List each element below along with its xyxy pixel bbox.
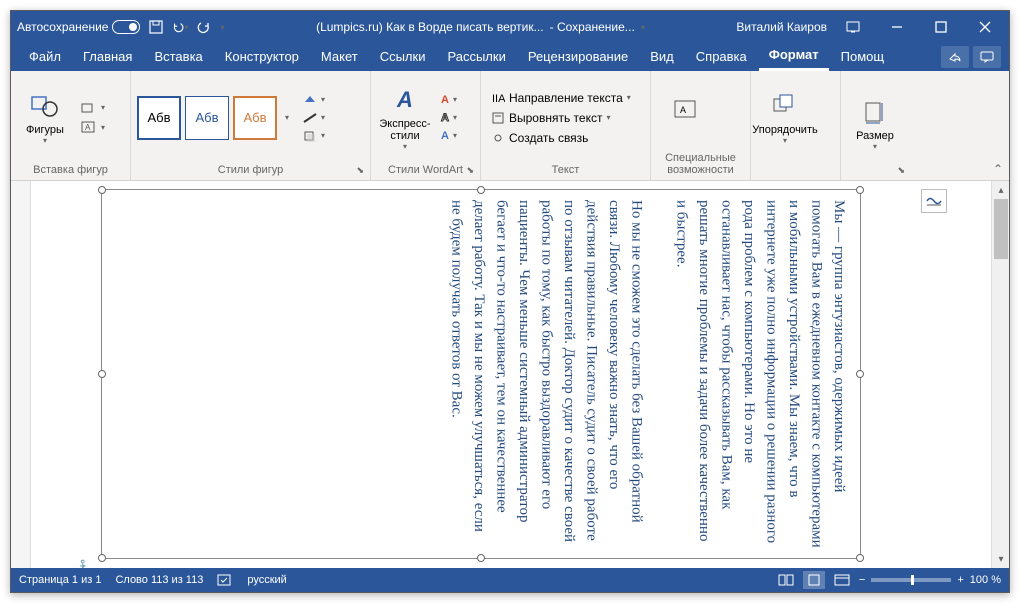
document-canvas[interactable]: ⚓ Мы — группа энтузиастов, одержимых иде… <box>31 181 991 568</box>
undo-icon[interactable]: ▾ <box>172 19 188 35</box>
align-text-button[interactable]: Выровнять текст▾ <box>487 109 635 127</box>
tab-view[interactable]: Вид <box>640 45 684 70</box>
express-styles-label: Экспресс-стили <box>377 118 433 142</box>
resize-handle-bm[interactable] <box>477 554 485 562</box>
create-link-button[interactable]: Создать связь <box>487 129 635 147</box>
language-status[interactable]: русский <box>247 574 286 586</box>
layout-options-icon[interactable] <box>921 189 947 213</box>
textbox-content[interactable]: Мы — группа энтузиастов, одержимых идеей… <box>112 200 850 548</box>
autosave-toggle[interactable]: Автосохранение <box>17 20 140 34</box>
zoom-in-icon[interactable]: + <box>957 574 963 586</box>
print-layout-icon[interactable] <box>803 571 825 589</box>
minimize-icon[interactable] <box>879 13 915 41</box>
text-outline-icon[interactable]: A▾ <box>437 110 461 126</box>
text-group-label: Текст <box>487 162 644 178</box>
zoom-out-icon[interactable]: − <box>859 574 865 586</box>
tab-mailings[interactable]: Рассылки <box>437 45 515 70</box>
resize-handle-tl[interactable] <box>98 186 106 194</box>
arrange-button[interactable]: Упорядочить ▾ <box>757 82 813 154</box>
autosave-label: Автосохранение <box>17 20 108 34</box>
wordart-launcher[interactable]: ⬊ <box>466 165 474 176</box>
resize-handle-tr[interactable] <box>856 186 864 194</box>
textbox-selection[interactable]: ⚓ Мы — группа энтузиастов, одержимых иде… <box>101 189 861 559</box>
shape-style-2[interactable]: Абв <box>185 96 229 140</box>
accessibility-group-label: Специальные возможности <box>657 150 744 178</box>
ribbon-tabs: Файл Главная Вставка Конструктор Макет С… <box>11 43 1009 71</box>
accessibility-button[interactable]: A <box>657 75 713 147</box>
user-name[interactable]: Виталий Каиров <box>736 20 827 34</box>
svg-text:A: A <box>85 123 91 132</box>
page-status[interactable]: Страница 1 из 1 <box>19 574 101 586</box>
svg-text:A: A <box>680 105 686 115</box>
text-direction-button[interactable]: IIAНаправление текста▾ <box>487 89 635 107</box>
ribbon: Фигуры ▾ ▾ A▾ Вставка фигур Абв Абв Абв … <box>11 71 1009 181</box>
text-fill-icon[interactable]: A▾ <box>437 92 461 108</box>
tab-file[interactable]: Файл <box>19 45 71 70</box>
resize-handle-tm[interactable] <box>477 186 485 194</box>
zoom-level[interactable]: 100 % <box>970 574 1001 586</box>
tab-design[interactable]: Конструктор <box>215 45 309 70</box>
close-icon[interactable] <box>967 13 1003 41</box>
tab-references[interactable]: Ссылки <box>370 45 436 70</box>
saving-status: - Сохранение... <box>550 20 635 34</box>
scroll-up-icon[interactable]: ▴ <box>992 181 1009 199</box>
size-button[interactable]: Размер ▾ <box>847 88 903 160</box>
tab-assist[interactable]: Помощ <box>831 45 894 70</box>
shape-styles-group-label: Стили фигур <box>218 164 283 176</box>
express-styles-button[interactable]: A Экспресс-стили ▾ <box>377 82 433 154</box>
maximize-icon[interactable] <box>923 13 959 41</box>
resize-handle-ml[interactable] <box>98 370 106 378</box>
shapes-label: Фигуры <box>26 124 64 136</box>
shape-effects-icon[interactable]: ▾ <box>299 128 329 144</box>
read-mode-icon[interactable] <box>775 571 797 589</box>
tab-format[interactable]: Формат <box>759 43 829 71</box>
statusbar: Страница 1 из 1 Слово 113 из 113 русский… <box>11 568 1009 592</box>
scroll-thumb[interactable] <box>994 199 1008 259</box>
document-title: (Lumpics.ru) Как в Ворде писать вертик..… <box>316 20 544 34</box>
insert-shapes-group-label: Вставка фигур <box>17 162 124 178</box>
spellcheck-icon[interactable] <box>217 573 233 587</box>
titlebar: Автосохранение ▾ ▾ (Lumpics.ru) Как в Во… <box>11 11 1009 43</box>
shape-style-1[interactable]: Абв <box>137 96 181 140</box>
size-launcher[interactable]: ⬊ <box>897 165 905 176</box>
tab-help[interactable]: Справка <box>686 45 757 70</box>
tab-layout[interactable]: Макет <box>311 45 368 70</box>
svg-text:IIA: IIA <box>492 93 505 105</box>
shapes-button[interactable]: Фигуры ▾ <box>17 82 73 154</box>
shape-fill-icon[interactable]: ▾ <box>299 92 329 108</box>
shape-styles-launcher[interactable]: ⬊ <box>356 165 364 176</box>
resize-handle-mr[interactable] <box>856 370 864 378</box>
web-layout-icon[interactable] <box>831 571 853 589</box>
shape-outline-icon[interactable]: ▾ <box>299 110 329 126</box>
text-effects-icon[interactable]: A▾ <box>437 128 461 144</box>
comments-icon[interactable] <box>973 46 1001 68</box>
tab-insert[interactable]: Вставка <box>144 45 212 70</box>
tab-review[interactable]: Рецензирование <box>518 45 638 70</box>
arrange-spacer <box>757 162 834 178</box>
document-area: ⚓ Мы — группа энтузиастов, одержимых иде… <box>11 181 1009 568</box>
scroll-down-icon[interactable]: ▾ <box>992 550 1009 568</box>
toggle-switch[interactable] <box>112 20 140 34</box>
size-label: Размер <box>856 130 894 142</box>
collapse-ribbon-icon[interactable]: ⌃ <box>993 162 1003 176</box>
ribbon-display-icon[interactable] <box>835 13 871 41</box>
edit-shape-icon[interactable]: ▾ <box>77 99 109 117</box>
arrange-label: Упорядочить <box>752 124 817 136</box>
vertical-ruler <box>11 181 31 568</box>
wordart-styles-group-label: Стили WordArt <box>388 164 463 176</box>
resize-handle-bl[interactable] <box>98 554 106 562</box>
save-icon[interactable] <box>148 19 164 35</box>
style-gallery-more[interactable]: ▾ <box>285 113 289 122</box>
textbox-icon[interactable]: A▾ <box>77 119 109 137</box>
redo-icon[interactable] <box>196 19 212 35</box>
vertical-scrollbar[interactable]: ▴ ▾ <box>991 181 1009 568</box>
zoom-slider[interactable] <box>871 578 951 582</box>
share-icon[interactable] <box>941 46 969 68</box>
word-count[interactable]: Слово 113 из 113 <box>115 574 203 586</box>
tab-home[interactable]: Главная <box>73 45 142 70</box>
anchor-icon: ⚓ <box>74 559 91 568</box>
shape-style-3[interactable]: Абв <box>233 96 277 140</box>
resize-handle-br[interactable] <box>856 554 864 562</box>
